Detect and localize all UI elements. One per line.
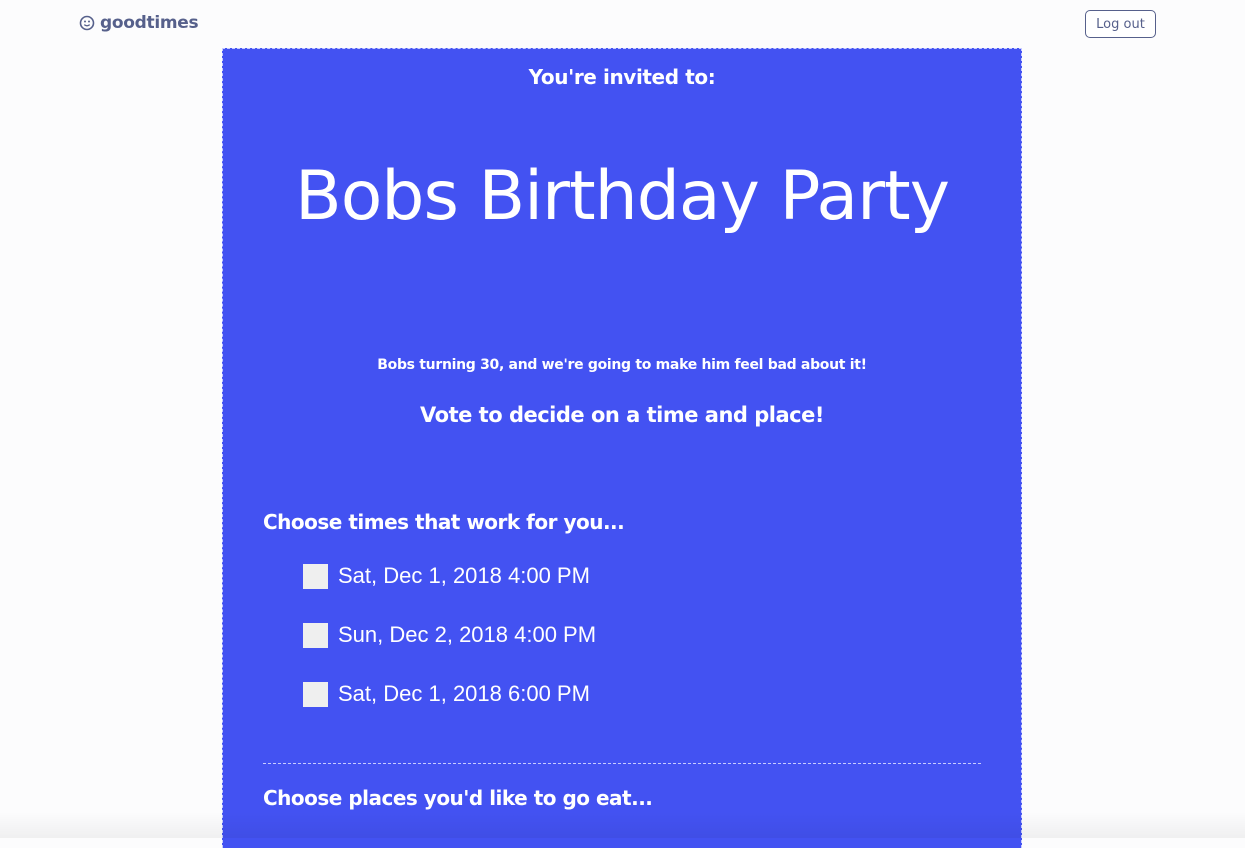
event-title: Bobs Birthday Party — [295, 157, 950, 236]
invitation-card: You're invited to: Bobs Birthday Party B… — [222, 48, 1022, 848]
brand-logo[interactable]: goodtimes — [79, 13, 199, 33]
time-option-checkbox[interactable] — [303, 622, 328, 648]
section-divider — [263, 763, 981, 764]
time-option[interactable]: Sun, Dec 2, 2018 4:00 PM — [303, 622, 596, 648]
invite-intro: You're invited to: — [528, 65, 716, 89]
places-section-heading: Choose places you'd like to go eat... — [263, 786, 653, 810]
time-option-checkbox[interactable] — [303, 681, 328, 707]
time-option-label: Sat, Dec 1, 2018 4:00 PM — [338, 563, 590, 588]
times-section-heading: Choose times that work for you... — [263, 510, 625, 534]
time-option-label: Sat, Dec 1, 2018 6:00 PM — [338, 681, 590, 706]
time-option-label: Sun, Dec 2, 2018 4:00 PM — [338, 622, 597, 647]
smiley-icon — [79, 15, 95, 31]
time-option[interactable]: Sat, Dec 1, 2018 6:00 PM — [303, 681, 590, 707]
vote-call-to-action: Vote to decide on a time and place! — [420, 403, 824, 427]
logout-button[interactable]: Log out — [1085, 10, 1156, 38]
event-description: Bobs turning 30, and we're going to make… — [377, 357, 867, 373]
time-option-checkbox[interactable] — [303, 563, 328, 589]
top-nav-bar: goodtimes Log out — [0, 0, 1245, 48]
time-option[interactable]: Sat, Dec 1, 2018 4:00 PM — [303, 563, 590, 589]
brand-name: goodtimes — [100, 13, 199, 33]
